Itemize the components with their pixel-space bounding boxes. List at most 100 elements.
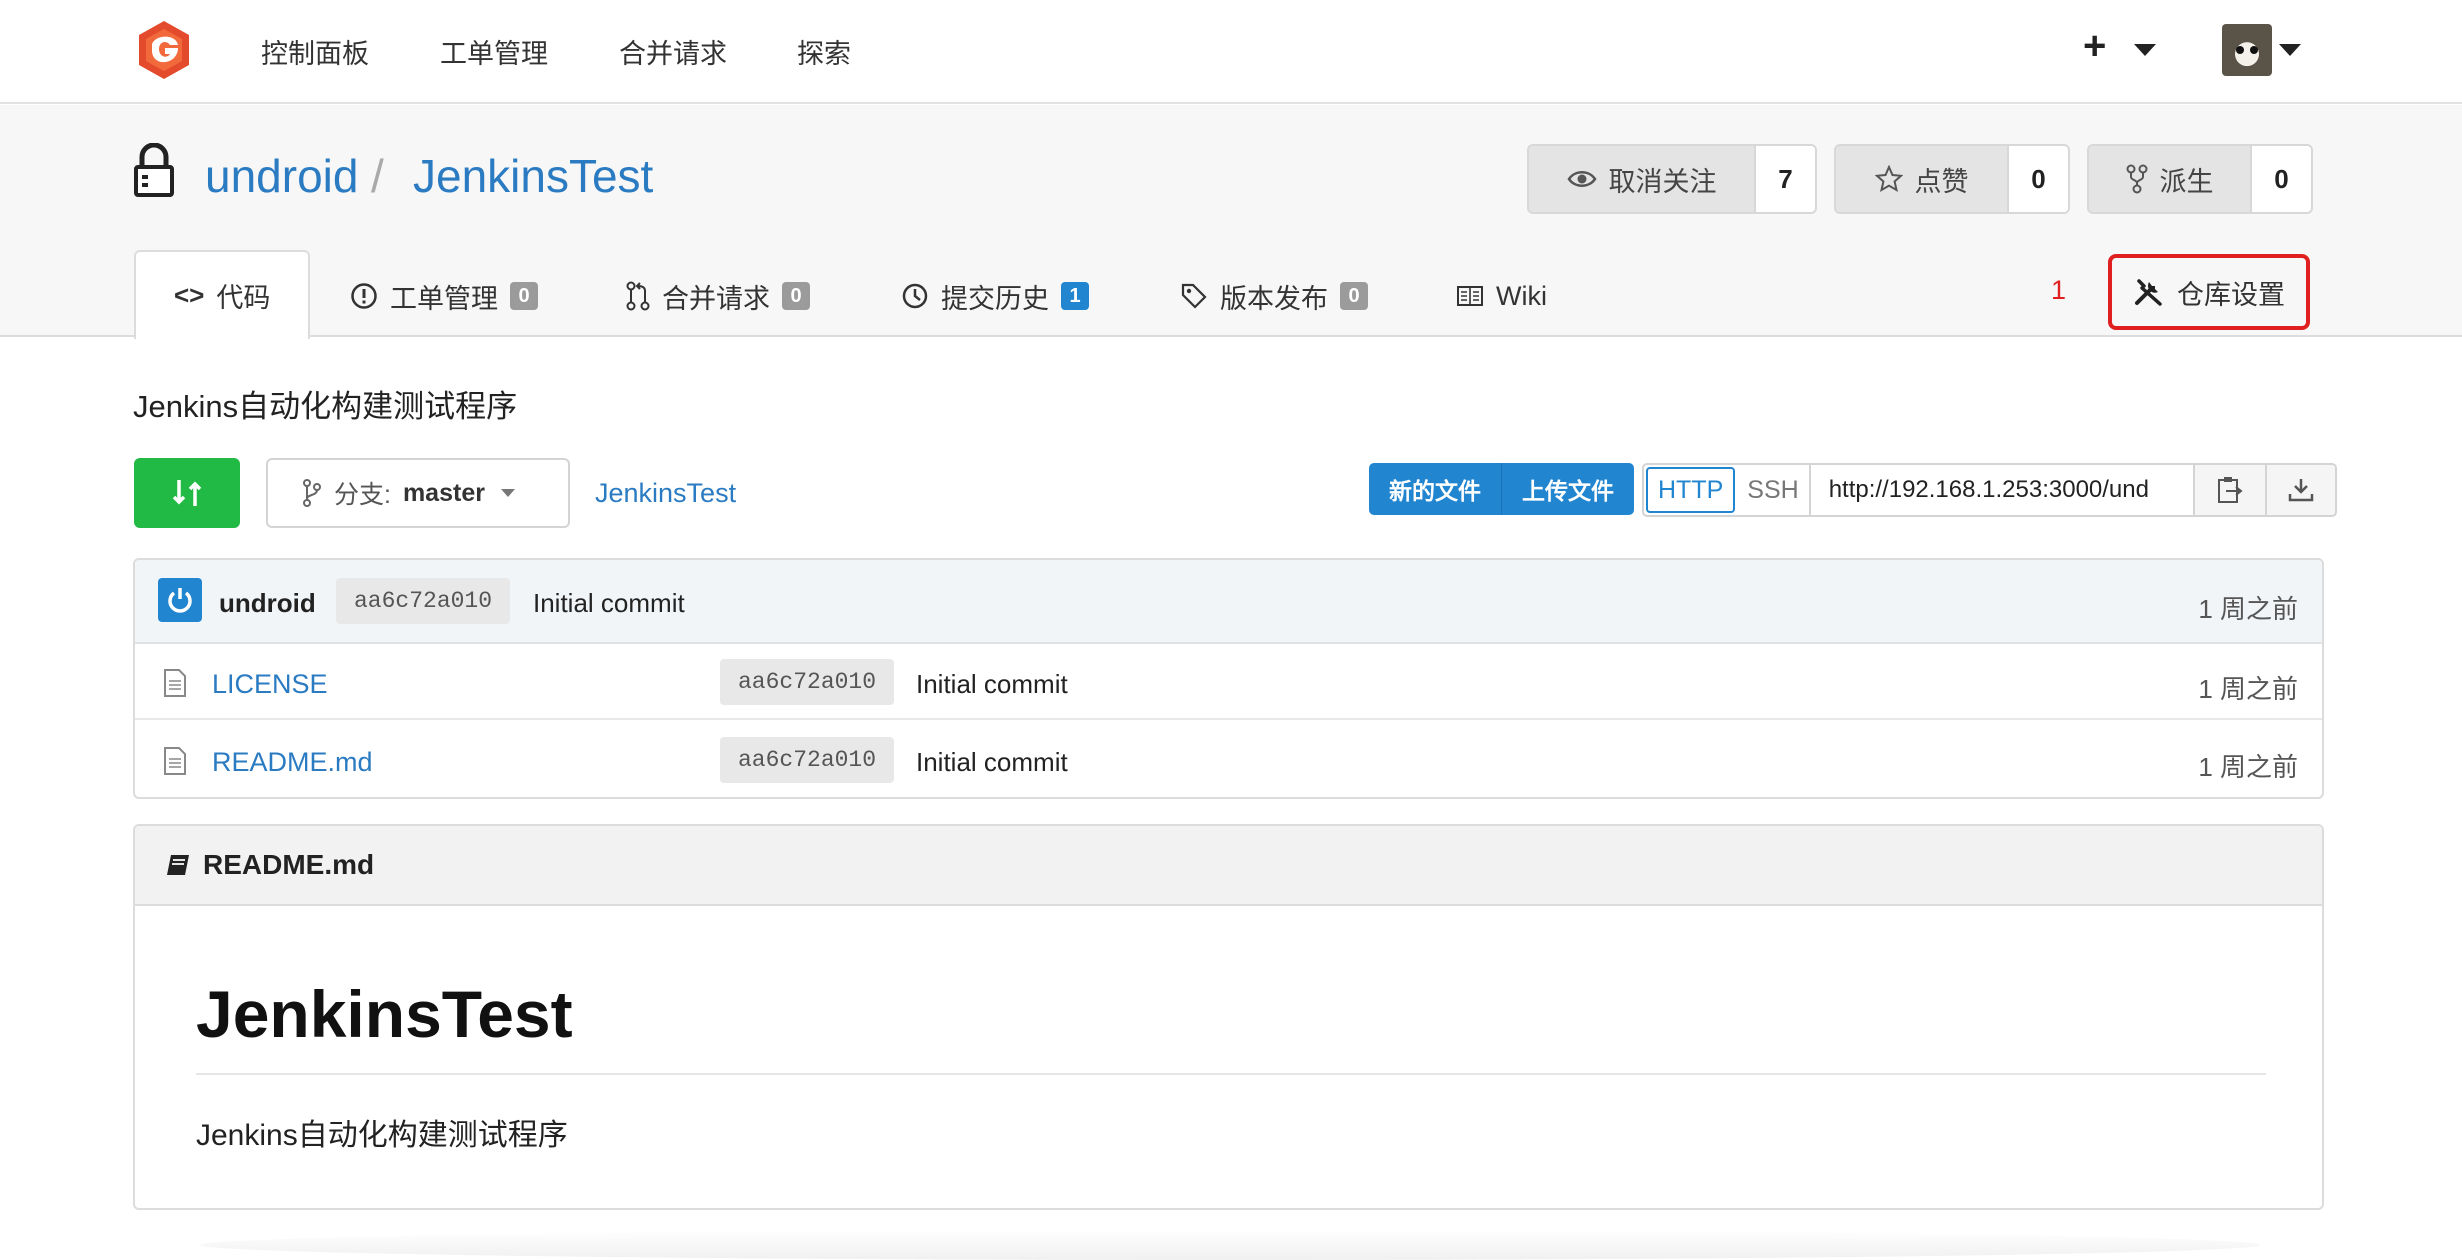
fork-icon: [2126, 164, 2147, 194]
private-lock-icon: [134, 143, 174, 197]
watch-count[interactable]: 7: [1754, 146, 1815, 212]
file-action-buttons: 新的文件 上传文件: [1369, 463, 1634, 515]
create-menu-caret-icon[interactable]: [2134, 44, 2156, 56]
repo-root-breadcrumb[interactable]: JenkinsTest: [595, 478, 736, 509]
eye-icon: [1566, 171, 1597, 187]
tab-wiki[interactable]: Wiki: [1456, 276, 1547, 316]
commit-age: 1 周之前: [2198, 594, 2298, 624]
copy-url-button[interactable]: [2194, 465, 2265, 515]
branch-prefix-label: 分支:: [334, 481, 391, 509]
star-count[interactable]: 0: [2007, 146, 2068, 212]
clone-url-input[interactable]: http://192.168.1.253:3000/und: [1811, 465, 2195, 515]
readme-body-text: Jenkins自动化构建测试程序: [196, 1119, 568, 1152]
commit-message: Initial commit: [533, 588, 685, 618]
nav-dashboard-link[interactable]: 控制面板: [261, 32, 369, 71]
branch-icon: [303, 479, 321, 507]
file-text-icon: [164, 747, 186, 775]
download-archive-button[interactable]: [2264, 465, 2335, 515]
readme-header: README.md: [135, 826, 2322, 906]
tab-pulls[interactable]: 合并请求 0: [626, 276, 810, 316]
fork-button[interactable]: 派生 0: [2087, 144, 2313, 214]
history-icon: [902, 283, 928, 309]
tab-pulls-label: 合并请求: [662, 283, 770, 314]
file-commit-age: 1 周之前: [2198, 674, 2298, 704]
issues-count-badge: 0: [510, 282, 538, 310]
tab-commits[interactable]: 提交历史 1: [901, 276, 1089, 316]
star-label: 点赞: [1914, 166, 1969, 197]
commit-author-avatar[interactable]: [158, 578, 202, 622]
nav-explore-link[interactable]: 探索: [797, 32, 851, 71]
tab-code-label: 代码: [216, 283, 271, 313]
unwatch-button[interactable]: 取消关注 7: [1527, 144, 1817, 214]
power-icon: [168, 588, 192, 613]
file-row-readme: README.md aa6c72a010 Initial commit 1 周之…: [135, 722, 2322, 797]
file-commit-age: 1 周之前: [2198, 752, 2298, 782]
tab-wiki-label: Wiki: [1496, 280, 1547, 311]
readme-panel: README.md JenkinsTest Jenkins自动化构建测试程序: [133, 824, 2324, 1210]
sync-arrows-icon: [172, 480, 202, 506]
star-icon: [1874, 165, 1903, 193]
compare-pull-button[interactable]: [134, 458, 240, 528]
repo-description: Jenkins自动化构建测试程序: [133, 389, 518, 424]
file-row-license: LICENSE aa6c72a010 Initial commit 1 周之前: [135, 644, 2322, 720]
releases-count-badge: 0: [1340, 282, 1368, 310]
commit-sha-link[interactable]: aa6c72a010: [336, 578, 511, 624]
repo-settings-label: 仓库设置: [2177, 279, 2285, 310]
page-bottom-shadow: [200, 1230, 2260, 1260]
upload-file-button[interactable]: 上传文件: [1501, 463, 1634, 515]
book-icon: [167, 855, 189, 875]
repo-owner-link[interactable]: undroid: [205, 149, 358, 203]
tag-icon: [1181, 283, 1207, 309]
commit-author-name[interactable]: undroid: [219, 588, 316, 619]
file-commit-sha[interactable]: aa6c72a010: [720, 737, 895, 783]
ssh-clone-button[interactable]: SSH: [1737, 465, 1811, 515]
branch-selector[interactable]: 分支: master: [266, 458, 570, 528]
tab-commits-label: 提交历史: [941, 283, 1049, 314]
readme-filename: README.md: [203, 849, 375, 880]
annotation-step-number: 1: [2051, 275, 2067, 305]
clipboard-icon: [2217, 477, 2243, 503]
current-branch-name: master: [402, 478, 485, 507]
download-icon: [2288, 479, 2313, 502]
tab-repo-settings[interactable]: 仓库设置: [2108, 254, 2310, 330]
new-file-button[interactable]: 新的文件: [1369, 463, 1501, 515]
file-text-icon: [164, 669, 186, 697]
branch-caret-icon: [500, 489, 515, 497]
unwatch-label: 取消关注: [1608, 166, 1717, 197]
star-button[interactable]: 点赞 0: [1834, 144, 2070, 214]
fork-label: 派生: [2159, 166, 2214, 197]
nav-pulls-link[interactable]: 合并请求: [619, 32, 727, 71]
pulls-count-badge: 0: [782, 282, 810, 310]
tools-icon: [2135, 279, 2162, 306]
commits-count-badge: 1: [1061, 282, 1089, 310]
create-new-plus-icon[interactable]: +: [2083, 26, 2106, 66]
tab-issues[interactable]: 工单管理 0: [350, 276, 538, 316]
repo-name-link[interactable]: JenkinsTest: [413, 149, 653, 203]
user-avatar[interactable]: [2222, 24, 2272, 76]
tab-issues-label: 工单管理: [390, 283, 498, 314]
issue-opened-icon: [351, 283, 377, 309]
http-clone-button[interactable]: HTTP: [1646, 467, 1736, 513]
clone-url-group: HTTP SSH http://192.168.1.253:3000/und: [1642, 463, 2337, 517]
user-menu-caret-icon[interactable]: [2279, 44, 2301, 56]
readme-divider: [196, 1073, 2266, 1075]
file-commit-sha[interactable]: aa6c72a010: [720, 659, 895, 705]
nav-issues-link[interactable]: 工单管理: [440, 32, 548, 71]
repo-path-separator: /: [371, 150, 384, 202]
file-name-link[interactable]: README.md: [212, 747, 373, 778]
book-icon: [1457, 286, 1483, 306]
code-icon: <>: [174, 280, 205, 310]
tab-code[interactable]: <> 代码: [134, 250, 311, 339]
latest-commit-row: undroid aa6c72a010 Initial commit 1 周之前: [135, 560, 2322, 644]
readme-heading: JenkinsTest: [196, 977, 573, 1051]
pull-request-icon: [626, 281, 650, 311]
fork-count[interactable]: 0: [2250, 146, 2311, 212]
top-navbar: 控制面板 工单管理 合并请求 探索 +: [0, 0, 2462, 104]
file-commit-message[interactable]: Initial commit: [916, 669, 1068, 700]
file-commit-message[interactable]: Initial commit: [916, 747, 1068, 778]
gogs-logo-icon[interactable]: [132, 18, 196, 82]
tab-releases-label: 版本发布: [1220, 283, 1328, 314]
file-name-link[interactable]: LICENSE: [212, 669, 328, 700]
tab-releases[interactable]: 版本发布 0: [1180, 276, 1368, 316]
file-list-table: undroid aa6c72a010 Initial commit 1 周之前 …: [133, 558, 2324, 799]
